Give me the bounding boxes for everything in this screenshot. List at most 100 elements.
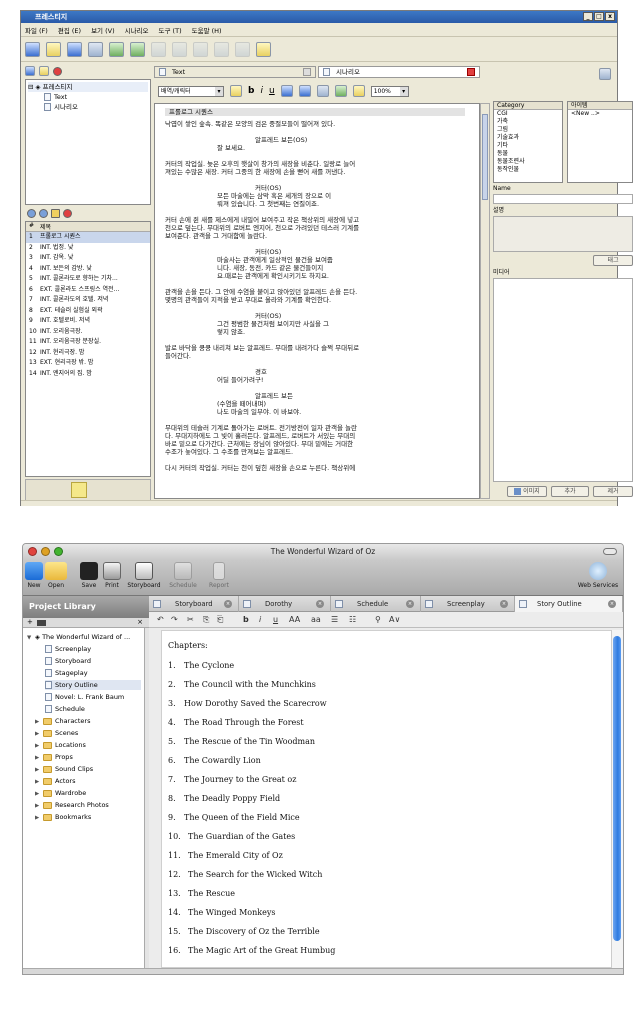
library-doc-item[interactable]: Story Outline	[45, 680, 141, 690]
library-folder-item[interactable]: ▶ Actors	[35, 776, 76, 786]
collapse-icon[interactable]: ⊟	[28, 83, 33, 91]
menu-edit[interactable]: 편집 (E)	[58, 25, 81, 35]
redo-button[interactable]: ↷	[171, 615, 178, 624]
add-button[interactable]: 추가	[551, 486, 589, 497]
disclosure-closed-icon[interactable]: ▶	[35, 765, 43, 775]
scene-row[interactable]: 13 EXT. 현리극장 밖. 밤	[26, 358, 150, 369]
storyboard-button[interactable]: Storyboard	[126, 562, 162, 589]
align-icon[interactable]	[280, 85, 293, 97]
schedule-button[interactable]: Schedule	[166, 562, 200, 589]
minimize-button[interactable]: _	[583, 12, 593, 21]
export-icon[interactable]	[109, 42, 124, 57]
underline-button[interactable]: u	[273, 615, 278, 624]
check-icon[interactable]	[334, 85, 347, 97]
library-folder-item[interactable]: ▶ Props	[35, 752, 73, 762]
scene-row[interactable]: 10 INT. 오리움극장.	[26, 327, 150, 338]
maximize-button[interactable]: □	[594, 12, 604, 21]
library-doc-item[interactable]: Screenplay	[45, 644, 91, 654]
italic-button[interactable]: i	[260, 86, 263, 96]
scene-row[interactable]: 7 INT. 콜론라도의 호텔. 저녁	[26, 295, 150, 306]
paste-icon[interactable]	[235, 42, 250, 57]
scroll-thumb[interactable]	[613, 636, 621, 941]
library-root[interactable]: ▼ ◈ The Wonderful Wizard of ...	[27, 632, 130, 642]
library-folder-item[interactable]: ▶ Bookmarks	[35, 812, 91, 822]
menu-tools[interactable]: 도구 (T)	[159, 25, 182, 35]
image-button[interactable]: 이미지	[507, 486, 547, 497]
horizontal-scrollbar[interactable]	[23, 968, 623, 974]
new-button[interactable]: New	[25, 562, 43, 589]
sticky-note-icon[interactable]	[71, 482, 87, 498]
disclosure-closed-icon[interactable]: ▶	[35, 753, 43, 763]
open-button[interactable]: Open	[43, 562, 69, 589]
category-item[interactable]: 가축	[494, 118, 562, 126]
copy-icon[interactable]	[214, 42, 229, 57]
bold-button[interactable]: b	[248, 86, 254, 96]
folder-icon[interactable]	[37, 620, 46, 626]
tab-close-icon[interactable]: ×	[406, 600, 414, 608]
paste-button[interactable]: ⎗	[217, 615, 223, 625]
tab-close-icon[interactable]	[303, 68, 311, 76]
category-item[interactable]: 동작인물	[494, 166, 562, 174]
disclosure-closed-icon[interactable]: ▶	[35, 717, 43, 727]
tree-item-scenario[interactable]: 시나리오	[28, 102, 148, 112]
cut-button[interactable]: ✂	[187, 615, 194, 624]
search-icon[interactable]	[316, 85, 329, 97]
category-item[interactable]: 동물조련사	[494, 158, 562, 166]
category-item[interactable]: 기술효과	[494, 134, 562, 142]
disclosure-closed-icon[interactable]: ▶	[35, 741, 43, 751]
scene-row[interactable]: 12 INT. 현리극장. 밤	[26, 348, 150, 359]
screenplay-editor[interactable]: 프롤로그 시퀀스 낙엽이 쌓인 숲속. 똑같은 모양의 검은 중절모들이 떨어져 …	[154, 103, 480, 499]
undo-icon[interactable]	[151, 42, 166, 57]
library-folder-item[interactable]: ▶ Scenes	[35, 728, 78, 738]
save-button[interactable]: Save	[77, 562, 101, 589]
scene-row[interactable]: 1 프롤로그 시퀀스	[26, 232, 150, 243]
disclosure-closed-icon[interactable]: ▶	[35, 789, 43, 799]
library-doc-item[interactable]: Novel: L. Frank Baum	[45, 692, 124, 702]
menu-help[interactable]: 도움말 (H)	[192, 25, 222, 35]
note-icon[interactable]	[51, 209, 60, 218]
category-item[interactable]: 기타	[494, 142, 562, 150]
web-services-button[interactable]: Web Services	[575, 562, 621, 589]
disclosure-closed-icon[interactable]: ▶	[35, 801, 43, 811]
open-folder-icon[interactable]	[46, 42, 61, 57]
undo-button[interactable]: ↶	[157, 615, 164, 624]
scene-row[interactable]: 11 INT. 오리움극장 분장실.	[26, 337, 150, 348]
tab-storyboard[interactable]: Storyboard ×	[149, 596, 239, 612]
menu-view[interactable]: 보기 (V)	[91, 25, 115, 35]
new-icon[interactable]	[25, 42, 40, 57]
copy-button[interactable]: ⎘	[203, 615, 209, 625]
note-icon[interactable]	[230, 85, 242, 97]
style-select[interactable]: 배역/캐릭터 ▾	[158, 85, 224, 97]
font-menu-button[interactable]: A∨	[389, 615, 400, 624]
tab-close-icon[interactable]: ×	[500, 600, 508, 608]
disclosure-open-icon[interactable]: ▼	[27, 633, 35, 643]
scroll-thumb[interactable]	[482, 114, 488, 200]
category-item[interactable]: 그림	[494, 126, 562, 134]
disclosure-closed-icon[interactable]: ▶	[35, 777, 43, 787]
tab-dorothy[interactable]: Dorothy ×	[239, 596, 331, 612]
library-folder-item[interactable]: ▶ Sound Clips	[35, 764, 93, 774]
italic-button[interactable]: i	[259, 615, 261, 624]
tree-root[interactable]: ⊟ ◈ 프레스티지	[28, 82, 148, 92]
library-folder-item[interactable]: ▶ Research Photos	[35, 800, 109, 810]
tag-button[interactable]: 태그	[593, 255, 633, 266]
scene-row[interactable]: 3 INT. 감옥. 낮	[26, 253, 150, 264]
disclosure-closed-icon[interactable]: ▶	[35, 813, 43, 823]
scene-row[interactable]: 4 INT. 보든의 감방. 낮	[26, 264, 150, 275]
remove-icon[interactable]	[63, 209, 72, 218]
print-icon[interactable]	[88, 42, 103, 57]
item-new[interactable]: <New ..>	[568, 110, 632, 118]
library-folder-item[interactable]: ▶ Locations	[35, 740, 86, 750]
delete-icon[interactable]	[53, 66, 62, 76]
decrease-size-button[interactable]: aa	[311, 615, 321, 624]
toolbar-toggle-button[interactable]	[603, 548, 617, 555]
tab-close-icon[interactable]: ×	[608, 600, 616, 608]
notes-icon[interactable]	[256, 42, 271, 57]
scene-row[interactable]: 14 INT. 엔지어의 집. 밤	[26, 369, 150, 380]
search-button[interactable]: ⚲	[375, 615, 381, 624]
category-item[interactable]: CGI	[494, 110, 562, 118]
report-button[interactable]: Report	[203, 562, 235, 589]
name-field[interactable]	[493, 194, 633, 204]
underline-button[interactable]: u	[269, 86, 275, 96]
library-doc-item[interactable]: Stageplay	[45, 668, 88, 678]
